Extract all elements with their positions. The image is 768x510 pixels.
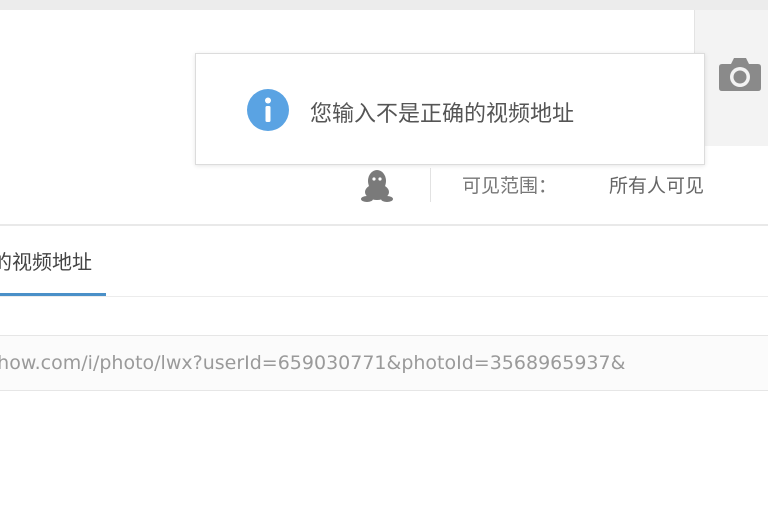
active-tab-indicator: [0, 293, 106, 296]
tab-bar: [0, 226, 768, 297]
toolbar-divider: [430, 168, 431, 202]
qq-share-button[interactable]: [358, 166, 396, 204]
visibility-select[interactable]: 所有人可见: [609, 171, 704, 198]
error-toast: 您输入不是正确的视频地址: [195, 53, 705, 165]
info-icon: [246, 88, 290, 132]
video-url-value: ishow.com/i/photo/lwx?userId=659030771&p…: [0, 352, 626, 374]
visibility-label: 可见范围：: [462, 175, 558, 197]
camera-icon: [719, 58, 761, 91]
video-url-input[interactable]: ishow.com/i/photo/lwx?userId=659030771&p…: [0, 335, 768, 391]
toast-message: 您输入不是正确的视频地址: [310, 102, 575, 127]
camera-button[interactable]: [716, 52, 764, 96]
tab-video-url-label: 的视频地址: [0, 250, 92, 274]
qq-penguin-icon: [361, 170, 393, 202]
top-strip: [0, 0, 768, 10]
